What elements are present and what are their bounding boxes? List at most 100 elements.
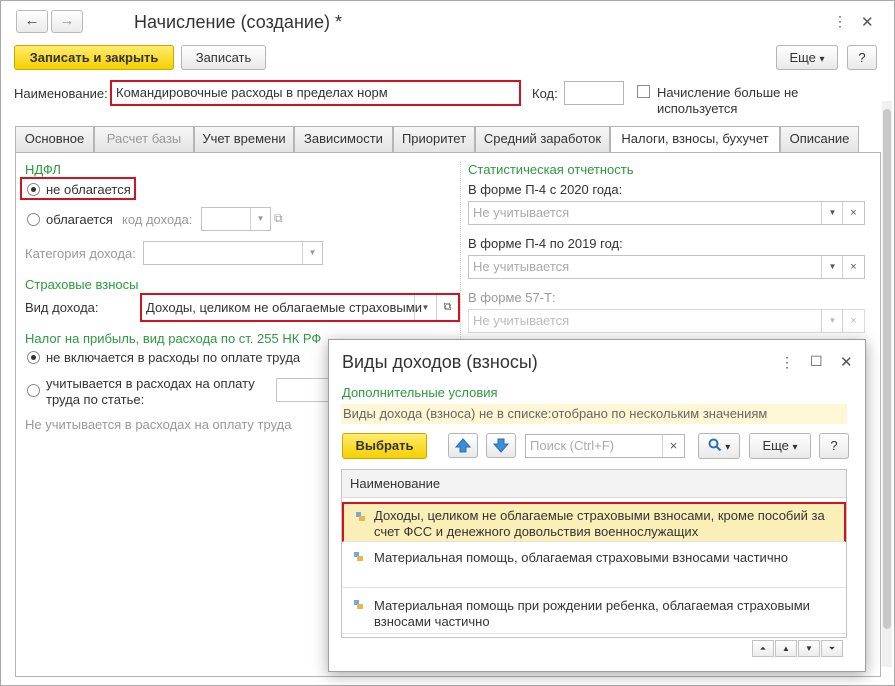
move-up-button[interactable] bbox=[448, 433, 478, 458]
chevron-down-icon[interactable]: ▼ bbox=[821, 256, 843, 278]
open-link-icon[interactable]: ⧉ bbox=[274, 211, 283, 226]
income-category-label: Категория дохода: bbox=[25, 246, 136, 261]
f57t-label: В форме 57-Т: bbox=[468, 290, 556, 305]
income-types-dialog: Виды доходов (взносы) ⋮ ☐ ✕ Дополнительн… bbox=[328, 339, 866, 672]
up-icon: ▲ bbox=[782, 644, 790, 653]
open-link-icon[interactable]: ⧉ bbox=[436, 295, 458, 320]
chevron-down-icon: ▾ bbox=[819, 54, 825, 65]
window-title: Начисление (создание) * bbox=[134, 12, 342, 32]
search-options-button[interactable]: ▾ bbox=[698, 433, 740, 459]
save-button[interactable]: Записать bbox=[181, 45, 266, 70]
f57t-value: Не учитывается bbox=[473, 313, 570, 328]
chevron-down-icon[interactable]: ▼ bbox=[414, 295, 436, 320]
search-placeholder: Поиск (Ctrl+F) bbox=[530, 438, 615, 453]
p4-2019-value: Не учитывается bbox=[473, 259, 570, 274]
more-actions-icon[interactable]: ⋮ bbox=[833, 13, 847, 30]
p4-2019-select[interactable]: Не учитывается ▼ × bbox=[468, 255, 865, 279]
included-label-line1: учитывается в расходах на оплату bbox=[46, 376, 255, 391]
scroll-down-button[interactable]: ▼ bbox=[798, 640, 820, 657]
taxed-radio[interactable] bbox=[27, 213, 40, 226]
income-type-label: Вид дохода: bbox=[25, 300, 99, 315]
unused-label-line2: используется bbox=[657, 101, 738, 116]
more-button-label: Еще bbox=[789, 50, 816, 65]
f57t-select[interactable]: Не учитывается ▼ × bbox=[468, 309, 865, 333]
vertical-scrollbar[interactable] bbox=[882, 101, 892, 667]
list-item-line1: Материальная помощь, облагаемая страховы… bbox=[374, 550, 789, 565]
column-header-name[interactable]: Наименование bbox=[342, 470, 846, 498]
list-item-line1: Материальная помощь при рождении ребенка… bbox=[374, 598, 810, 613]
dialog-more-label: Еще bbox=[762, 438, 789, 453]
scroll-to-top-button[interactable]: ⏶ bbox=[752, 640, 774, 657]
tab-main[interactable]: Основное bbox=[15, 126, 94, 152]
unused-checkbox[interactable] bbox=[637, 85, 650, 98]
save-and-close-button[interactable]: Записать и закрыть bbox=[14, 45, 174, 70]
help-button[interactable]: ? bbox=[847, 45, 877, 70]
ndfl-title: НДФЛ bbox=[25, 162, 61, 177]
not-counted-text: Не учитывается в расходах на оплату труд… bbox=[25, 417, 292, 432]
article-select[interactable] bbox=[276, 378, 331, 402]
list-item[interactable]: Доходы, целиком не облагаемые страховыми… bbox=[342, 502, 846, 542]
double-up-icon: ⏶ bbox=[759, 644, 767, 653]
back-button[interactable]: ← bbox=[16, 10, 48, 33]
item-icon bbox=[354, 600, 363, 609]
list-item-line2: взносами частично bbox=[374, 614, 490, 629]
clear-icon[interactable]: × bbox=[842, 256, 864, 278]
list-item[interactable]: Материальная помощь, облагаемая страховы… bbox=[342, 544, 846, 588]
filter-info: Виды дохода (взноса) не в списке:отобран… bbox=[341, 404, 847, 424]
tab-priority[interactable]: Приоритет bbox=[393, 126, 475, 152]
tab-description[interactable]: Описание bbox=[780, 126, 859, 152]
scroll-up-button[interactable]: ▲ bbox=[775, 640, 797, 657]
income-code-select[interactable]: ▼ bbox=[201, 207, 271, 231]
clear-icon[interactable]: × bbox=[662, 435, 684, 457]
item-icon bbox=[356, 512, 365, 521]
clear-icon[interactable]: × bbox=[842, 202, 864, 224]
tab-base-calc[interactable]: Расчет базы bbox=[94, 126, 194, 152]
not-included-radio[interactable] bbox=[27, 351, 40, 364]
clear-icon[interactable]: × bbox=[842, 310, 864, 332]
close-icon[interactable]: ✕ bbox=[840, 353, 853, 371]
list-item[interactable]: Материальная помощь при рождении ребенка… bbox=[342, 588, 846, 634]
search-icon bbox=[708, 438, 721, 452]
list-item-line1: Доходы, целиком не облагаемые страховыми… bbox=[374, 508, 825, 523]
tab-average-earnings[interactable]: Средний заработок bbox=[475, 126, 610, 152]
profit-tax-title: Налог на прибыль, вид расхода по ст. 255… bbox=[25, 331, 322, 346]
move-down-button[interactable] bbox=[486, 433, 516, 458]
scroll-to-bottom-button[interactable]: ⏷ bbox=[821, 640, 843, 657]
more-button[interactable]: Еще ▾ bbox=[776, 45, 838, 70]
accrual-form-window: ← → Начисление (создание) * ⋮ ✕ Записать… bbox=[0, 0, 895, 686]
list-item-line2: счет ФСС и денежного довольствия военнос… bbox=[374, 524, 699, 539]
tab-time-accounting[interactable]: Учет времени bbox=[194, 126, 294, 152]
income-code-label: код дохода: bbox=[122, 212, 193, 227]
name-input[interactable]: Командировочные расходы в пределах норм bbox=[110, 80, 521, 106]
arrow-down-icon bbox=[492, 438, 510, 453]
search-input[interactable]: Поиск (Ctrl+F) × bbox=[525, 434, 685, 458]
down-icon: ▼ bbox=[805, 644, 813, 653]
item-icon bbox=[354, 552, 363, 561]
close-icon[interactable]: ✕ bbox=[861, 13, 874, 31]
maximize-icon[interactable]: ☐ bbox=[810, 353, 823, 370]
dialog-more-button[interactable]: Еще ▾ bbox=[749, 433, 811, 459]
name-label: Наименование: bbox=[14, 86, 108, 101]
arrow-right-icon: → bbox=[59, 12, 75, 29]
tab-dependencies[interactable]: Зависимости bbox=[294, 126, 393, 152]
income-type-input[interactable]: Доходы, целиком не облагаемые страховыми… bbox=[140, 293, 460, 322]
tab-taxes[interactable]: Налоги, взносы, бухучет bbox=[610, 126, 780, 153]
p4-2020-select[interactable]: Не учитывается ▼ × bbox=[468, 201, 865, 225]
double-down-icon: ⏷ bbox=[828, 644, 836, 653]
insurance-title: Страховые взносы bbox=[25, 277, 139, 292]
scrollbar-thumb[interactable] bbox=[883, 109, 891, 629]
dialog-help-button[interactable]: ? bbox=[819, 433, 849, 459]
income-category-select[interactable]: ▼ bbox=[143, 241, 323, 265]
not-taxed-radio[interactable] bbox=[27, 183, 40, 196]
p4-2019-label: В форме П-4 по 2019 год: bbox=[468, 236, 623, 251]
more-actions-icon[interactable]: ⋮ bbox=[780, 354, 794, 371]
code-input[interactable] bbox=[564, 81, 624, 105]
forward-button[interactable]: → bbox=[51, 10, 83, 33]
code-label: Код: bbox=[532, 86, 558, 101]
p4-2020-value: Не учитывается bbox=[473, 205, 570, 220]
included-radio[interactable] bbox=[27, 384, 40, 397]
chevron-down-icon[interactable]: ▼ bbox=[821, 202, 843, 224]
extra-conditions-link[interactable]: Дополнительные условия bbox=[342, 385, 498, 400]
select-button[interactable]: Выбрать bbox=[342, 433, 427, 459]
chevron-down-icon[interactable]: ▼ bbox=[821, 310, 843, 332]
